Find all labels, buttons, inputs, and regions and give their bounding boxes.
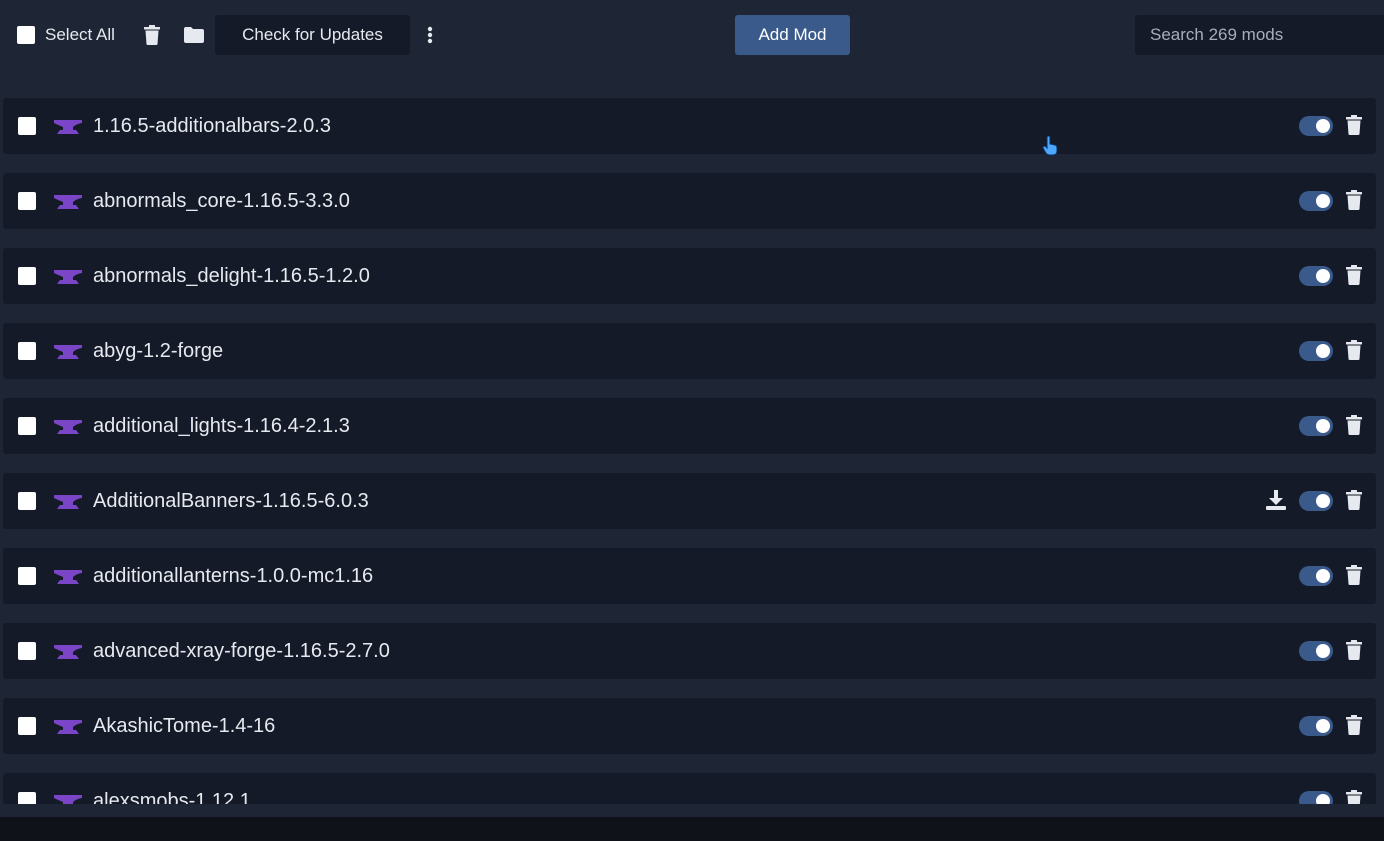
mod-enabled-toggle[interactable] [1299,341,1333,361]
mod-checkbox[interactable] [18,567,36,585]
toggle-knob [1316,569,1330,583]
toolbar: Select All Check for Updates Add Mod [0,0,1384,70]
toggle-knob [1316,494,1330,508]
delete-mod-icon[interactable] [1346,265,1362,285]
delete-mod-icon[interactable] [1346,490,1362,510]
toggle-knob [1316,644,1330,658]
toggle-knob [1316,419,1330,433]
delete-mod-icon[interactable] [1346,715,1362,735]
delete-mod-icon[interactable] [1346,565,1362,585]
mod-row: additionallanterns-1.0.0-mc1.16 [3,548,1376,604]
mod-enabled-toggle[interactable] [1299,116,1333,136]
mod-row: advanced-xray-forge-1.16.5-2.7.0 [3,623,1376,679]
mod-name: advanced-xray-forge-1.16.5-2.7.0 [93,640,390,662]
toggle-knob [1316,719,1330,733]
mod-enabled-toggle[interactable] [1299,491,1333,511]
toggle-knob [1316,344,1330,358]
add-mod-button[interactable]: Add Mod [735,15,850,55]
window-bottom-bar [0,817,1384,841]
mod-checkbox[interactable] [18,342,36,360]
toggle-knob [1316,119,1330,133]
delete-selected-icon[interactable] [144,25,160,45]
mod-enabled-toggle[interactable] [1299,566,1333,586]
hand-cursor-icon [1042,136,1058,156]
mod-checkbox[interactable] [18,267,36,285]
mod-row: abnormals_core-1.16.5-3.3.0 [3,173,1376,229]
mod-enabled-toggle[interactable] [1299,191,1333,211]
forge-anvil-icon [54,792,82,804]
mod-row: AkashicTome-1.4-16 [3,698,1376,754]
toggle-knob [1316,269,1330,283]
forge-anvil-icon [54,642,82,660]
mod-list: 1.16.5-additionalbars-2.0.3 abnormals_co… [0,98,1384,804]
mod-enabled-toggle[interactable] [1299,416,1333,436]
toggle-knob [1316,194,1330,208]
mod-row: AdditionalBanners-1.16.5-6.0.3 [3,473,1376,529]
forge-anvil-icon [54,267,82,285]
mod-checkbox[interactable] [18,492,36,510]
mod-checkbox[interactable] [18,792,36,804]
mod-name: abyg-1.2-forge [93,340,224,362]
select-all-checkbox[interactable] [17,26,35,44]
mod-row: alexsmobs-1.12.1 [3,773,1376,804]
mod-row: 1.16.5-additionalbars-2.0.3 [3,98,1376,154]
delete-mod-icon[interactable] [1346,115,1362,135]
mod-enabled-toggle[interactable] [1299,266,1333,286]
toggle-knob [1316,794,1330,804]
mod-name: additional_lights-1.16.4-2.1.3 [93,415,350,437]
mod-checkbox[interactable] [18,642,36,660]
mod-enabled-toggle[interactable] [1299,716,1333,736]
delete-mod-icon[interactable] [1346,415,1362,435]
mod-row: additional_lights-1.16.4-2.1.3 [3,398,1376,454]
forge-anvil-icon [54,567,82,585]
mod-row: abnormals_delight-1.16.5-1.2.0 [3,248,1376,304]
mod-name: alexsmobs-1.12.1 [93,790,251,804]
mod-enabled-toggle[interactable] [1299,791,1333,804]
forge-anvil-icon [54,192,82,210]
mod-name: abnormals_delight-1.16.5-1.2.0 [93,265,370,287]
mod-checkbox[interactable] [18,417,36,435]
mod-name: AkashicTome-1.4-16 [93,715,276,737]
mod-name: abnormals_core-1.16.5-3.3.0 [93,190,350,212]
delete-mod-icon[interactable] [1346,640,1362,660]
mod-checkbox[interactable] [18,117,36,135]
search-input[interactable] [1135,15,1384,55]
delete-mod-icon[interactable] [1346,340,1362,360]
check-for-updates-button[interactable]: Check for Updates [215,15,410,55]
forge-anvil-icon [54,117,82,135]
forge-anvil-icon [54,717,82,735]
mod-name: AdditionalBanners-1.16.5-6.0.3 [93,490,369,512]
delete-mod-icon[interactable] [1346,790,1362,804]
mod-row: abyg-1.2-forge [3,323,1376,379]
folder-icon[interactable] [184,27,204,43]
forge-anvil-icon [54,342,82,360]
forge-anvil-icon [54,492,82,510]
select-all-label[interactable]: Select All [45,25,115,45]
mod-checkbox[interactable] [18,717,36,735]
forge-anvil-icon [54,417,82,435]
delete-mod-icon[interactable] [1346,190,1362,210]
mod-name: additionallanterns-1.0.0-mc1.16 [93,565,374,587]
mod-name: 1.16.5-additionalbars-2.0.3 [93,115,331,137]
mod-checkbox[interactable] [18,192,36,210]
download-update-icon[interactable] [1266,490,1286,510]
more-options-icon[interactable] [427,26,433,44]
mod-enabled-toggle[interactable] [1299,641,1333,661]
